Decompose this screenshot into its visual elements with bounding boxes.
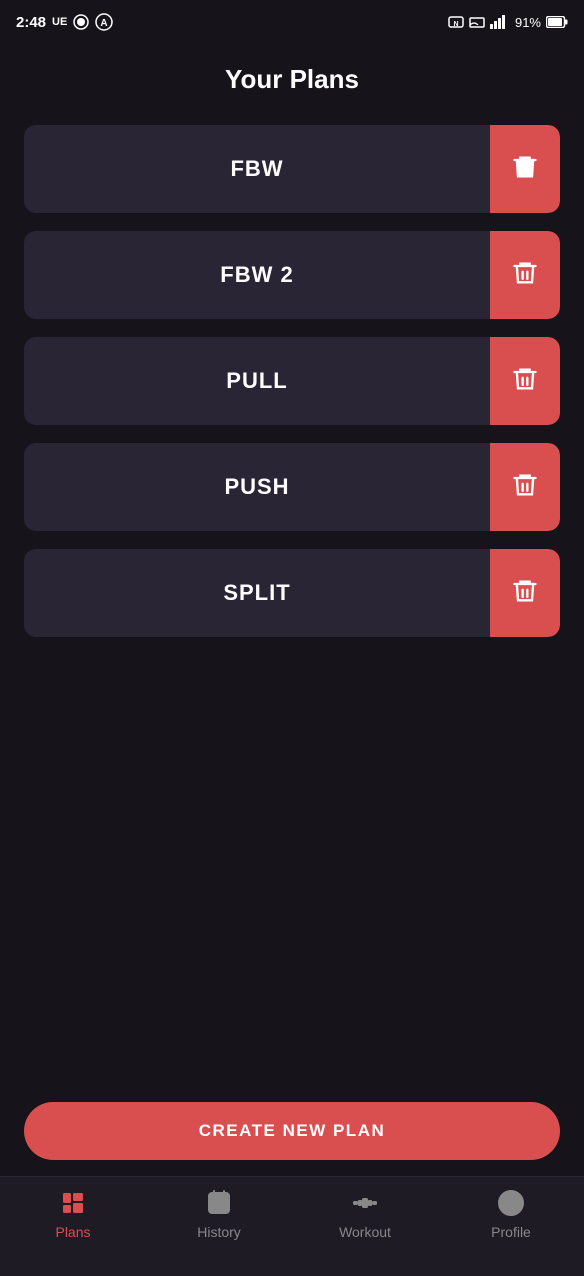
battery-percent: 91% bbox=[515, 15, 541, 30]
plan-item-pull[interactable]: PULL bbox=[24, 337, 560, 425]
status-right: N 91% bbox=[448, 14, 568, 30]
create-btn-container: CREATE NEW PLAN bbox=[0, 1086, 584, 1176]
plan-delete-pull[interactable] bbox=[490, 337, 560, 425]
svg-text:A: A bbox=[101, 18, 108, 29]
nav-label-workout: Workout bbox=[339, 1224, 391, 1240]
plan-item-fbw2[interactable]: FBW 2 bbox=[24, 231, 560, 319]
nav-label-plans: Plans bbox=[55, 1224, 90, 1240]
trash-icon-fbw2 bbox=[511, 259, 539, 292]
nav-item-history[interactable]: History bbox=[146, 1187, 292, 1240]
plan-item-fbw[interactable]: FBW bbox=[24, 125, 560, 213]
record-icon bbox=[73, 14, 89, 30]
plan-delete-split[interactable] bbox=[490, 549, 560, 637]
plan-item-split[interactable]: SPLIT bbox=[24, 549, 560, 637]
plan-label-split: SPLIT bbox=[24, 549, 490, 637]
create-new-plan-button[interactable]: CREATE NEW PLAN bbox=[24, 1102, 560, 1160]
page-title: Your Plans bbox=[24, 64, 560, 95]
plans-icon bbox=[57, 1187, 89, 1219]
trash-icon-fbw bbox=[511, 153, 539, 186]
nav-item-workout[interactable]: Workout bbox=[292, 1187, 438, 1240]
plan-delete-push[interactable] bbox=[490, 443, 560, 531]
main-content: Your Plans FBW FBW 2 bbox=[0, 44, 584, 1176]
plan-label-fbw2: FBW 2 bbox=[24, 231, 490, 319]
history-icon bbox=[203, 1187, 235, 1219]
nav-label-profile: Profile bbox=[491, 1224, 531, 1240]
battery-icon bbox=[546, 16, 568, 28]
workout-icon bbox=[349, 1187, 381, 1219]
plan-label-pull: PULL bbox=[24, 337, 490, 425]
trash-icon-push bbox=[511, 471, 539, 504]
app-logo-icon: A bbox=[95, 13, 113, 31]
nav-item-profile[interactable]: Profile bbox=[438, 1187, 584, 1240]
ue-badge: UE bbox=[52, 16, 67, 28]
trash-icon-pull bbox=[511, 365, 539, 398]
bottom-nav: Plans History bbox=[0, 1176, 584, 1276]
trash-icon-split bbox=[511, 577, 539, 610]
nav-label-history: History bbox=[197, 1224, 241, 1240]
plan-label-fbw: FBW bbox=[24, 125, 490, 213]
profile-icon bbox=[495, 1187, 527, 1219]
nfc-icon: N bbox=[448, 14, 464, 30]
cast-icon bbox=[469, 14, 485, 30]
plan-item-push[interactable]: PUSH bbox=[24, 443, 560, 531]
nav-item-plans[interactable]: Plans bbox=[0, 1187, 146, 1240]
svg-text:N: N bbox=[453, 21, 458, 28]
plan-label-push: PUSH bbox=[24, 443, 490, 531]
time-display: 2:48 bbox=[16, 14, 46, 31]
plans-list: FBW FBW 2 PULL bbox=[24, 125, 560, 1156]
status-left: 2:48 UE A bbox=[16, 13, 113, 31]
signal-icon bbox=[490, 14, 510, 30]
status-bar: 2:48 UE A N 91% bbox=[0, 0, 584, 44]
plan-delete-fbw2[interactable] bbox=[490, 231, 560, 319]
plan-delete-fbw[interactable] bbox=[490, 125, 560, 213]
